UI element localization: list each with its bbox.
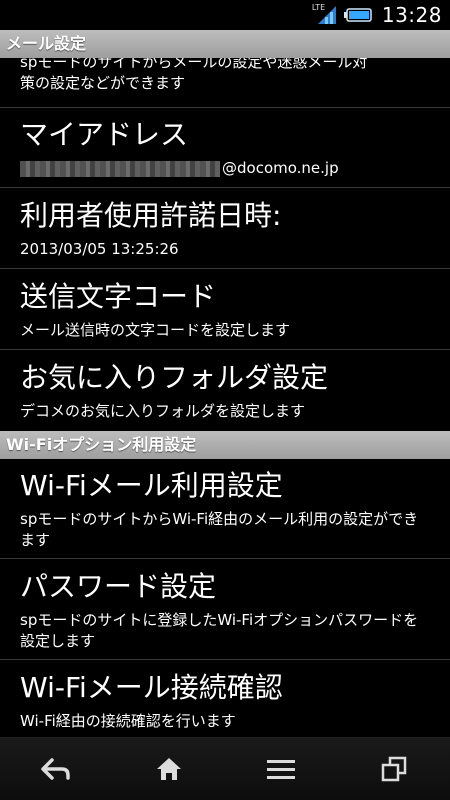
masked-address (20, 160, 220, 177)
list-item-title: 利用者使用許諾日時: (20, 199, 282, 232)
section-header-mail-settings: メール設定 (0, 30, 450, 58)
list-item-subtitle: spモードのサイトに登録したWi-Fiオプションパスワードを設定します (20, 611, 419, 650)
list-item-subtitle: デコメのお気に入りフォルダを設定します (20, 402, 306, 420)
menu-button[interactable] (251, 744, 311, 794)
home-icon (156, 758, 181, 780)
list-item-title: Wi-Fiメール接続確認 (20, 671, 283, 704)
list-item-license-date[interactable]: 利用者使用許諾日時: 2013/03/05 13:25:26 (0, 189, 450, 269)
list-item-mail-settings-site[interactable]: spモードのサイトからメールの設定や迷惑メール対 策の設定などができます (0, 58, 450, 108)
status-bar: LTE 13:28 (0, 0, 450, 30)
list-item-title: マイアドレス (20, 118, 189, 151)
list-item-password-settings[interactable]: パスワード設定 spモードのサイトに登録したWi-Fiオプションパスワードを設定… (0, 560, 450, 660)
status-icons: LTE 13:28 (312, 0, 442, 30)
recent-apps-icon (381, 756, 406, 782)
network-type: LTE (311, 3, 326, 12)
clock: 13:28 (381, 3, 442, 27)
list-item-my-address[interactable]: マイアドレス @docomo.ne.jp (0, 108, 450, 188)
list-item-title: パスワード設定 (20, 570, 217, 603)
list-item-subtitle: spモードのサイトからメールの設定や迷惑メール対 策の設定などができます (20, 58, 430, 94)
recent-apps-button[interactable] (364, 744, 424, 794)
list-item-wifi-connection-check[interactable]: Wi-Fiメール接続確認 Wi-Fi経由の接続確認を行います (0, 661, 450, 738)
list-item-subtitle: @docomo.ne.jp (20, 158, 430, 179)
subtitle-line-2: 策の設定などができます (20, 74, 186, 92)
list-item-subtitle: Wi-Fi経由の接続確認を行います (20, 712, 236, 730)
navigation-bar (0, 737, 450, 800)
list-item-send-charset[interactable]: 送信文字コード メール送信時の文字コードを設定します (0, 270, 450, 350)
list-item-title: Wi-Fiメール利用設定 (20, 469, 283, 502)
back-icon (41, 758, 70, 780)
list-item-subtitle: spモードのサイトからWi-Fi経由のメール利用の設定ができます (20, 510, 419, 549)
list-item-wifi-mail-usage[interactable]: Wi-Fiメール利用設定 spモードのサイトからWi-Fi経由のメール利用の設定… (0, 459, 450, 559)
list-item-subtitle: メール送信時の文字コードを設定します (20, 321, 291, 339)
section-header-wifi-option: Wi-Fiオプション利用設定 (0, 431, 450, 459)
list-item-favorite-folder[interactable]: お気に入りフォルダ設定 デコメのお気に入りフォルダを設定します (0, 351, 450, 431)
list-item-title: 送信文字コード (20, 280, 217, 313)
battery-icon (343, 8, 372, 22)
list-item-subtitle: 2013/03/05 13:25:26 (20, 240, 179, 258)
address-domain: @docomo.ne.jp (222, 159, 339, 177)
subtitle-line-1: spモードのサイトからメールの設定や迷惑メール対 (20, 58, 368, 71)
lte-signal-icon: LTE (312, 3, 338, 26)
back-button[interactable] (26, 744, 86, 794)
home-button[interactable] (139, 744, 199, 794)
menu-icon (267, 760, 296, 779)
list-item-title: お気に入りフォルダ設定 (20, 361, 329, 394)
